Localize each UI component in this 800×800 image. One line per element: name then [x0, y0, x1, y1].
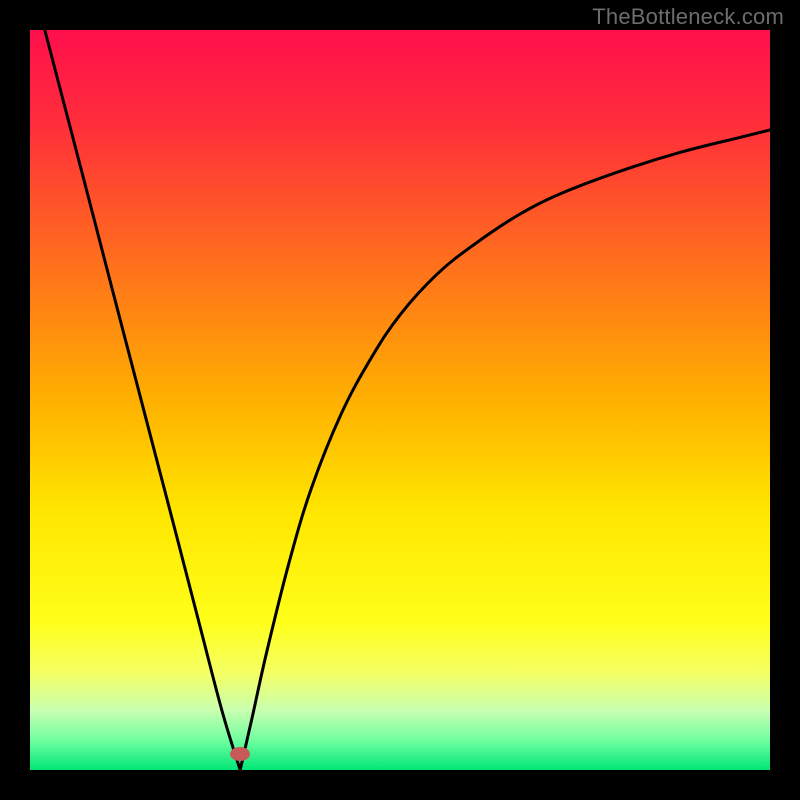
plot-area: [30, 30, 770, 770]
minimum-marker: [230, 747, 250, 761]
bottleneck-curve: [45, 30, 770, 770]
curve-layer: [30, 30, 770, 770]
outer-frame: TheBottleneck.com: [0, 0, 800, 800]
watermark-text: TheBottleneck.com: [592, 4, 784, 30]
